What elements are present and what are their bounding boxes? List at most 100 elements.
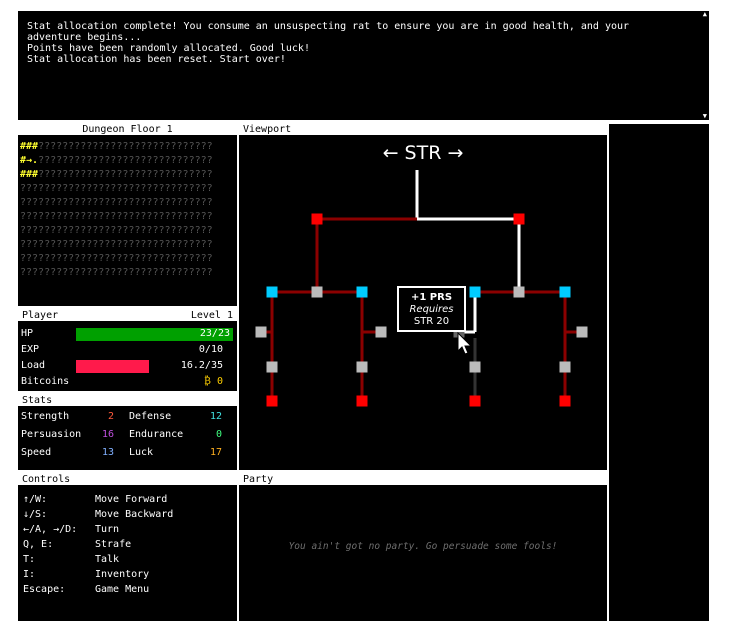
map-row-unexplored: ???????????????????????????????? (20, 239, 213, 250)
control-action: Inventory (95, 569, 150, 580)
skill-node-locked[interactable] (311, 213, 323, 225)
message-log-lines: Stat allocation complete! You consume an… (27, 21, 629, 65)
control-key: ↓/S: (23, 509, 48, 520)
scroll-down-arrow[interactable]: ▼ (703, 112, 707, 120)
map-row: ???????????????????????????????? (20, 196, 213, 210)
skill-node[interactable] (469, 361, 481, 373)
stat-label: Luck (129, 447, 154, 458)
stat-value: 0 (215, 429, 222, 440)
control-key: ←/A, →/D: (23, 524, 78, 535)
map-grid: ###????????????????????????????? #→.?????… (20, 140, 213, 280)
stats-title: Stats (18, 395, 237, 406)
tooltip-bonus: +1 PRS (410, 292, 453, 303)
map-row: ???????????????????????????????? (20, 224, 213, 238)
control-action: Talk (95, 554, 120, 565)
map-row: ???????????????????????????????? (20, 238, 213, 252)
skill-node[interactable] (559, 361, 571, 373)
skill-node[interactable] (356, 361, 368, 373)
map-title: Dungeon Floor 1 (18, 124, 237, 135)
map-row-unexplored: ???????????????????????????????? (20, 183, 213, 194)
map-row-explored: ### (20, 141, 39, 152)
map-row: ###????????????????????????????? (20, 140, 213, 154)
skill-node-locked[interactable] (356, 395, 368, 407)
skill-node[interactable] (576, 326, 588, 338)
skill-node[interactable] (513, 286, 525, 298)
control-action: Turn (95, 524, 120, 535)
skill-node[interactable] (311, 286, 323, 298)
stat-label: Persuasion (21, 429, 82, 440)
skill-node-locked[interactable] (513, 213, 525, 225)
stat-value: 16 (101, 429, 114, 440)
skill-node-available[interactable] (469, 286, 481, 298)
control-key: I: (23, 569, 36, 580)
exp-value: 0/10 (198, 344, 223, 355)
map-row-unexplored: ????????????????????????????? (38, 169, 213, 180)
hp-value: 23/23 (199, 328, 230, 339)
skill-node-locked[interactable] (559, 395, 571, 407)
player-title: Player (22, 310, 59, 321)
control-action: Game Menu (95, 584, 150, 595)
map-row: ???????????????????????????????? (20, 252, 213, 266)
stat-value: 17 (209, 447, 222, 458)
scroll-up-arrow[interactable]: ▲ (703, 10, 707, 18)
map-row-unexplored: ????????????????????????????? (38, 155, 213, 166)
tooltip-requires: Requires (409, 304, 454, 315)
load-label: Load (21, 360, 46, 371)
map-row-unexplored: ????????????????????????????? (38, 141, 213, 152)
stat-label: Defense (129, 411, 172, 422)
stat-label: Speed (21, 447, 52, 458)
hp-bar: 23/23 (76, 328, 233, 341)
skill-node-locked[interactable] (266, 395, 278, 407)
stat-value: 2 (107, 411, 114, 422)
stat-label: Endurance (129, 429, 184, 440)
skill-node-locked[interactable] (469, 395, 481, 407)
log-line: Stat allocation complete! You consume an… (27, 21, 630, 32)
map-row-unexplored: ???????????????????????????????? (20, 253, 213, 264)
party-panel: Party You ain't got no party. Go persuad… (237, 472, 609, 623)
map-row: #→.????????????????????????????? (20, 154, 213, 168)
stats-panel: Stats Strength 2 Defense 12 Persuasion 16 Endu… (16, 393, 239, 472)
player-panel: Player Level 1 HP 23/23 EXP 0/10 Load 16… (16, 308, 239, 393)
stat-label: Strength (21, 411, 70, 422)
control-key: ↑/W: (23, 494, 48, 505)
bitcoins-value: ₿ 0 (204, 376, 223, 387)
node-tooltip: +1 PRS Requires STR 20 (397, 286, 466, 332)
skill-node[interactable] (375, 326, 387, 338)
skill-node[interactable] (255, 326, 267, 338)
control-key: Q, E: (23, 539, 54, 550)
log-line: adventure begins... (27, 32, 142, 43)
skill-node-available[interactable] (356, 286, 368, 298)
hp-label: HP (21, 328, 34, 339)
map-row: ###????????????????????????????? (20, 168, 213, 182)
party-empty-text: You ain't got no party. Go persuade some… (288, 541, 558, 552)
mouse-cursor-icon (457, 332, 473, 355)
skill-node-available[interactable] (559, 286, 571, 298)
skill-node[interactable] (266, 361, 278, 373)
map-row-explored: ### (20, 169, 39, 180)
map-row-explored: #→. (20, 155, 39, 166)
controls-panel: Controls ↑/W: Move Forward ↓/S: Move Backwa… (16, 472, 239, 623)
stat-value: 13 (101, 447, 114, 458)
load-bar-fill (76, 360, 149, 373)
map-row-unexplored: ???????????????????????????????? (20, 197, 213, 208)
log-line: Points have been randomly allocated. Goo… (27, 43, 310, 54)
map-row: ???????????????????????????????? (20, 266, 213, 280)
control-key: T: (23, 554, 36, 565)
control-key: Escape: (23, 584, 66, 595)
map-row: ???????????????????????????????? (20, 210, 213, 224)
log-line: Stat allocation has been reset. Start ov… (27, 54, 286, 65)
load-value: 16.2/35 (180, 360, 223, 371)
dungeon-map-panel: Dungeon Floor 1 ###?????????????????????… (16, 122, 239, 308)
control-action: Move Backward (95, 509, 174, 520)
side-panel (607, 122, 711, 623)
stat-value: 12 (209, 411, 222, 422)
control-action: Strafe (95, 539, 132, 550)
viewport-panel: Viewport ← STR → +1 PRS Requires STR 20 (237, 122, 609, 472)
player-header: Player Level 1 (18, 310, 237, 321)
player-level: Level 1 (190, 310, 233, 321)
map-row: ???????????????????????????????? (20, 182, 213, 196)
map-row-unexplored: ???????????????????????????????? (20, 225, 213, 236)
skill-node-available[interactable] (266, 286, 278, 298)
exp-label: EXP (21, 344, 40, 355)
map-row-unexplored: ???????????????????????????????? (20, 267, 213, 278)
